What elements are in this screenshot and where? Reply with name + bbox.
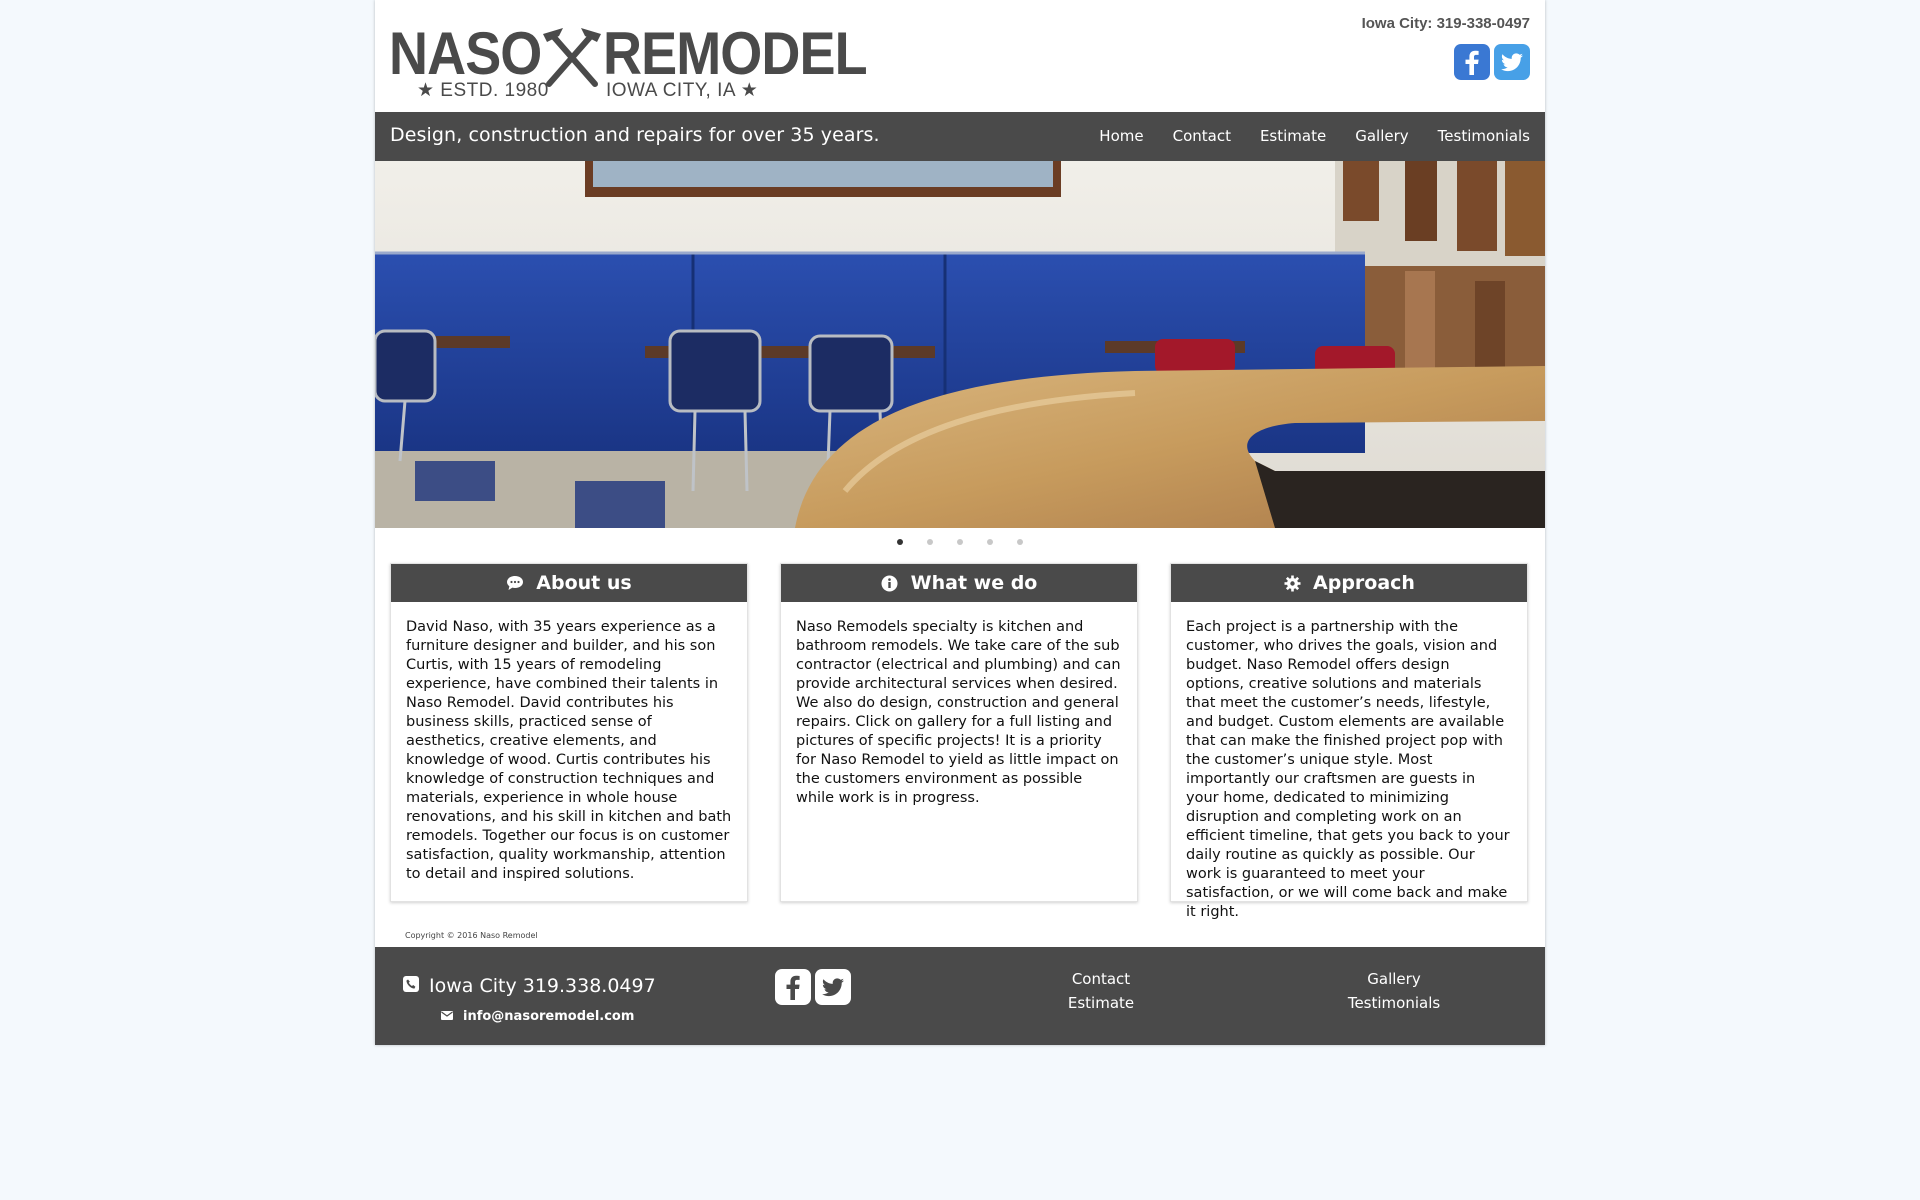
footer-email[interactable]: info@nasoremodel.com: [441, 1009, 634, 1024]
page-container: NASO REMODEL ★ ESTD. 1980 IOWA CITY, IA …: [375, 0, 1545, 1045]
facebook-icon[interactable]: [775, 969, 811, 1005]
main-nav: Home Contact Estimate Gallery Testimonia…: [1099, 127, 1530, 145]
card-text: Naso Remodels specialty is kitchen and b…: [796, 619, 1121, 806]
slider-dot[interactable]: [1017, 539, 1023, 545]
nav-link-testimonials[interactable]: Testimonials: [1438, 127, 1530, 145]
header-phone: Iowa City: 319-338-0497: [1361, 15, 1530, 32]
logo-location: IOWA CITY, IA ★: [606, 80, 759, 101]
logo-word-naso: NASO: [389, 20, 542, 87]
nav-link-estimate[interactable]: Estimate: [1260, 127, 1326, 145]
slider-dot[interactable]: [987, 539, 993, 545]
gear-icon: [1283, 574, 1301, 592]
footer-link-gallery[interactable]: Gallery: [1339, 967, 1449, 991]
logo-established: ★ ESTD. 1980: [417, 80, 549, 101]
site-logo[interactable]: NASO REMODEL ★ ESTD. 1980 IOWA CITY, IA …: [389, 22, 889, 102]
card-title: What we do: [910, 572, 1038, 594]
card-header: Approach: [1171, 564, 1527, 602]
footer-social-links: [775, 969, 851, 1005]
site-footer: Iowa City 319.338.0497 info@nasoremodel.…: [375, 947, 1545, 1045]
footer-link-estimate[interactable]: Estimate: [1051, 991, 1151, 1015]
card-header: What we do: [781, 564, 1137, 602]
card-title: Approach: [1313, 572, 1415, 594]
card-header: About us: [391, 564, 747, 602]
about-us-card: About us David Naso, with 35 years exper…: [390, 563, 748, 902]
what-we-do-card: What we do Naso Remodels specialty is ki…: [780, 563, 1138, 902]
hero-slider-image[interactable]: [375, 161, 1545, 528]
site-tagline: Design, construction and repairs for ove…: [390, 124, 880, 146]
nav-link-gallery[interactable]: Gallery: [1355, 127, 1408, 145]
phone-icon: [403, 975, 419, 997]
copyright-text: Copyright © 2016 Naso Remodel: [405, 931, 538, 940]
diner-interior-photo: [375, 161, 1545, 528]
twitter-icon[interactable]: [1494, 44, 1530, 80]
comment-icon: [506, 574, 524, 592]
footer-link-contact[interactable]: Contact: [1051, 967, 1151, 991]
approach-card: Approach Each project is a partnership w…: [1170, 563, 1528, 920]
slider-dot[interactable]: [957, 539, 963, 545]
info-icon: [881, 574, 899, 592]
footer-phone[interactable]: Iowa City 319.338.0497: [403, 975, 656, 997]
slider-dot[interactable]: [897, 539, 903, 545]
facebook-icon[interactable]: [1454, 44, 1490, 80]
footer-phone-text: Iowa City 319.338.0497: [429, 975, 656, 997]
site-header: NASO REMODEL ★ ESTD. 1980 IOWA CITY, IA …: [375, 0, 1545, 112]
footer-link-testimonials[interactable]: Testimonials: [1339, 991, 1449, 1015]
envelope-icon: [441, 1009, 453, 1024]
footer-links-column: Contact Estimate: [1051, 967, 1151, 1015]
nav-link-contact[interactable]: Contact: [1173, 127, 1231, 145]
card-text: Each project is a partnership with the c…: [1186, 619, 1510, 920]
card-title: About us: [536, 572, 632, 594]
slider-dot[interactable]: [927, 539, 933, 545]
nav-bar: Design, construction and repairs for ove…: [375, 112, 1545, 161]
crossed-hammers-icon: [543, 28, 601, 87]
twitter-icon[interactable]: [815, 969, 851, 1005]
slider-dots: [375, 539, 1545, 545]
logo-word-remodel: REMODEL: [603, 20, 868, 87]
footer-links-column: Gallery Testimonials: [1339, 967, 1449, 1015]
nav-link-home[interactable]: Home: [1099, 127, 1143, 145]
card-text: David Naso, with 35 years experience as …: [406, 619, 732, 882]
footer-email-text: info@nasoremodel.com: [463, 1009, 635, 1024]
header-social-links: [1454, 44, 1530, 80]
